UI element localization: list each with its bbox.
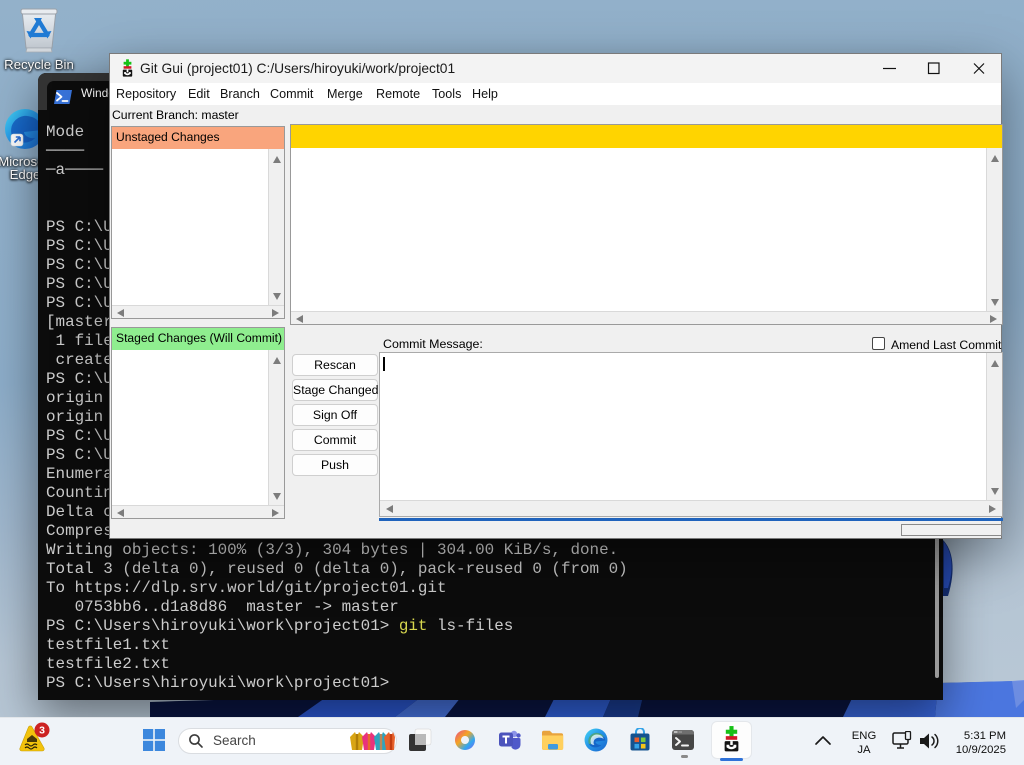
svg-text:3: 3 — [39, 725, 45, 737]
